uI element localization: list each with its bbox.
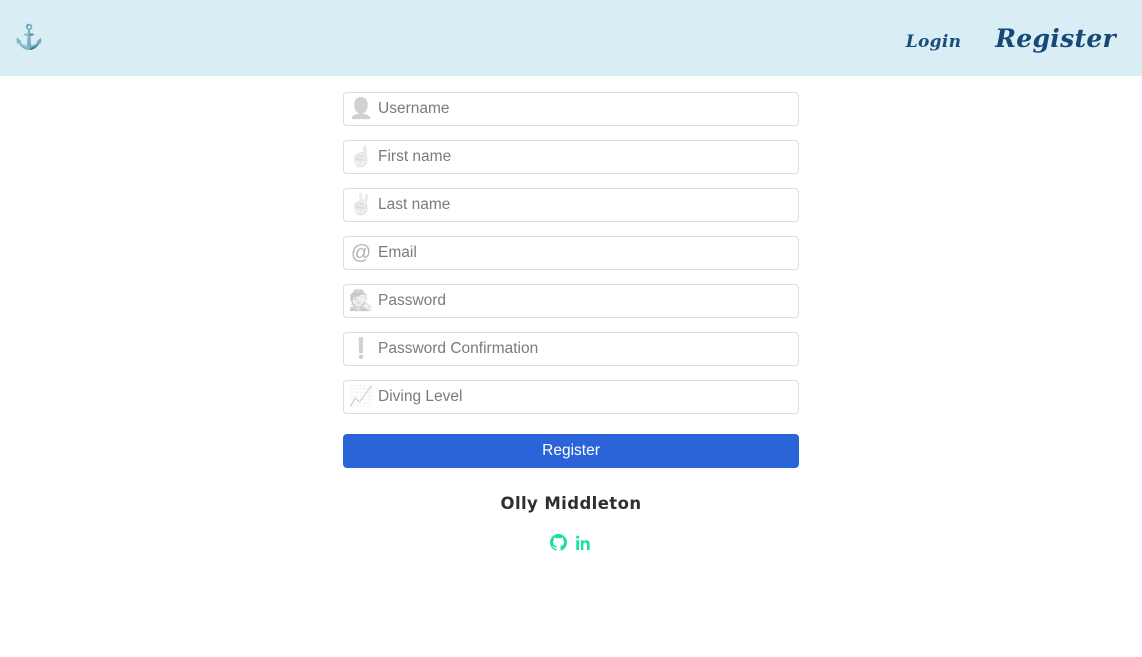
at-sign-icon: @: [350, 242, 372, 264]
anchor-icon: ⚓: [14, 24, 44, 51]
person-silhouette-icon: 👤: [348, 98, 374, 120]
first-name-input[interactable]: [378, 141, 798, 173]
field-email[interactable]: @: [343, 236, 799, 270]
brand-home-link[interactable]: ⚓: [12, 26, 44, 50]
field-password-confirmation[interactable]: ❗: [343, 332, 799, 366]
github-icon: [549, 534, 567, 551]
field-last-name[interactable]: ✌: [343, 188, 799, 222]
linkedin-link[interactable]: [575, 534, 592, 551]
github-link[interactable]: [549, 534, 567, 551]
username-input[interactable]: [378, 93, 798, 125]
field-first-name[interactable]: ☝: [343, 140, 799, 174]
victory-hand-icon: ✌: [348, 194, 374, 216]
detective-icon: 🕵: [348, 290, 374, 312]
pointing-up-hand-icon: ☝: [348, 146, 374, 168]
linkedin-icon: [575, 534, 592, 551]
registration-form: 👤 ☝ ✌ @ 🕵 ❗ 📈 Register: [343, 92, 799, 468]
exclamation-mark-icon: ❗: [348, 338, 374, 360]
page-footer: Olly Middleton: [501, 494, 642, 551]
nav-link-register[interactable]: Register: [995, 24, 1116, 53]
page-main: 👤 ☝ ✌ @ 🕵 ❗ 📈 Register: [0, 76, 1142, 551]
field-username[interactable]: 👤: [343, 92, 799, 126]
diving-level-input[interactable]: [378, 381, 798, 413]
register-submit-button[interactable]: Register: [343, 434, 799, 468]
author-name: Olly Middleton: [500, 494, 642, 513]
password-input[interactable]: [378, 285, 798, 317]
nav-link-login[interactable]: Login: [906, 32, 962, 52]
main-navigation: Login Register: [906, 24, 1128, 53]
site-header: ⚓ Login Register: [0, 0, 1142, 76]
chart-increasing-icon: 📈: [348, 386, 374, 408]
password-confirmation-input[interactable]: [378, 333, 798, 365]
field-password[interactable]: 🕵: [343, 284, 799, 318]
social-links: [549, 534, 592, 551]
email-input[interactable]: [378, 237, 798, 269]
last-name-input[interactable]: [378, 189, 798, 221]
field-diving-level[interactable]: 📈: [343, 380, 799, 414]
